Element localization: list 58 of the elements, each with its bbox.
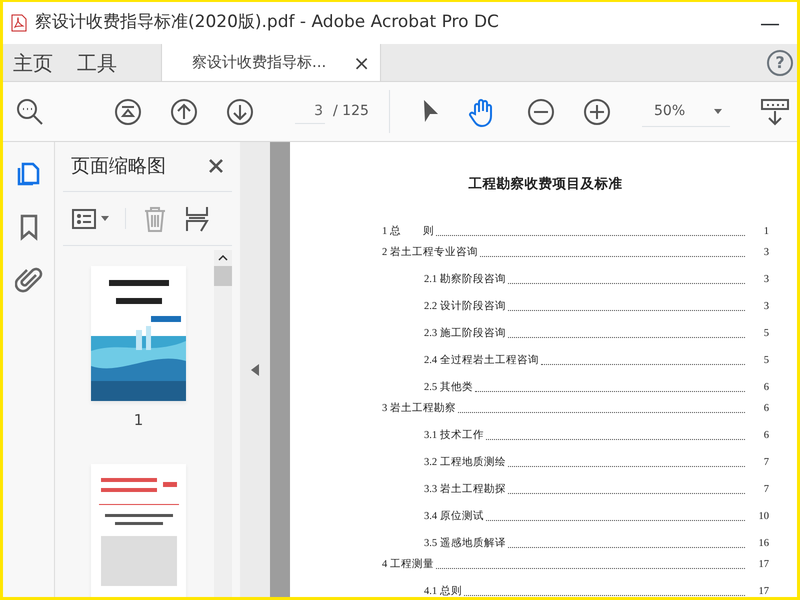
next-page-icon[interactable] <box>225 96 255 126</box>
toc-entry[interactable]: 2.2 设计阶段咨询 <box>424 298 506 314</box>
toc-entry[interactable]: 3 岩土工程勘察 <box>382 400 456 416</box>
tab[interactable]: 工具 <box>65 44 129 81</box>
window-title: 察设计收费指导标准(2020版).pdf - Adobe Acrobat Pro DC <box>35 11 500 34</box>
list-options-icon[interactable] <box>71 208 97 230</box>
toc-entry[interactable]: 4 工程测量 <box>382 556 434 572</box>
page-number: 5 <box>762 326 769 340</box>
toc-entry[interactable]: 3.4 原位测试 <box>424 508 484 524</box>
page-number: 10 <box>758 510 769 524</box>
page-number: 17 <box>758 558 769 572</box>
toc-entry[interactable]: 1 总 则 <box>382 224 434 240</box>
help-button[interactable]: ? <box>767 50 793 76</box>
toc-entry[interactable]: 4.1 总则 <box>424 584 462 597</box>
toc-entry[interactable]: 2.5 其他类 <box>424 380 473 396</box>
page-number: 3 <box>762 246 769 260</box>
keyboard-icon[interactable] <box>760 96 790 126</box>
page-number: 7 <box>762 456 769 470</box>
page-total: / 125 <box>333 102 369 121</box>
toc-entry[interactable]: 3.2 工程地质测绘 <box>424 454 506 470</box>
page-extract-icon[interactable] <box>184 204 210 233</box>
page-number: 1 <box>762 224 769 238</box>
document-heading: 工程勘察收费项目及标准 <box>468 175 624 194</box>
close-tab-button[interactable]: × <box>353 48 370 78</box>
page-number: 6 <box>762 380 769 394</box>
toc-entry[interactable]: 3.3 岩土工程勘探 <box>424 482 506 498</box>
close-icon[interactable] <box>208 158 224 174</box>
panel-title: 页面缩略图 <box>71 154 166 180</box>
collapse-arrow-icon[interactable] <box>251 364 259 376</box>
zoom-dropdown[interactable]: 50% <box>642 96 730 126</box>
tab[interactable]: 主页 <box>3 44 65 81</box>
toc-entry[interactable]: 2.1 勘察阶段咨询 <box>424 272 506 288</box>
zoom-out-icon[interactable] <box>526 96 556 126</box>
page-number: 3 <box>762 300 769 314</box>
page-number: 7 <box>762 482 769 496</box>
toc-entry[interactable]: 3.1 技术工作 <box>424 428 484 444</box>
minimize-button[interactable]: — <box>751 10 789 36</box>
tab[interactable]: 察设计收费指导标... × <box>161 44 381 81</box>
page-number: 6 <box>762 428 769 442</box>
zoom-in-icon[interactable] <box>582 96 612 126</box>
page-number: 3 <box>762 272 769 286</box>
pdf-file-icon <box>11 14 27 32</box>
toc-entry[interactable]: 2.4 全过程岩土工程咨询 <box>424 352 539 368</box>
page-label: 1 <box>134 410 144 432</box>
caret-icon <box>714 108 722 114</box>
page-number: 17 <box>758 584 769 597</box>
page-number-field[interactable]: 3 <box>295 100 325 124</box>
previous-page-icon[interactable] <box>169 96 199 126</box>
page-number: 6 <box>762 402 769 416</box>
first-page-icon[interactable] <box>113 96 143 126</box>
toc-entry[interactable]: 2 岩土工程专业咨询 <box>382 244 478 260</box>
toc-entry[interactable]: 2.3 施工阶段咨询 <box>424 326 506 342</box>
scrollbar-thumb[interactable] <box>214 266 232 286</box>
caret-icon <box>101 216 109 222</box>
page-number: 5 <box>762 354 769 368</box>
page-number: 16 <box>758 536 769 550</box>
search-icon[interactable] <box>15 96 45 126</box>
toc-entry[interactable]: 3.5 遥感地质解译 <box>424 536 506 552</box>
